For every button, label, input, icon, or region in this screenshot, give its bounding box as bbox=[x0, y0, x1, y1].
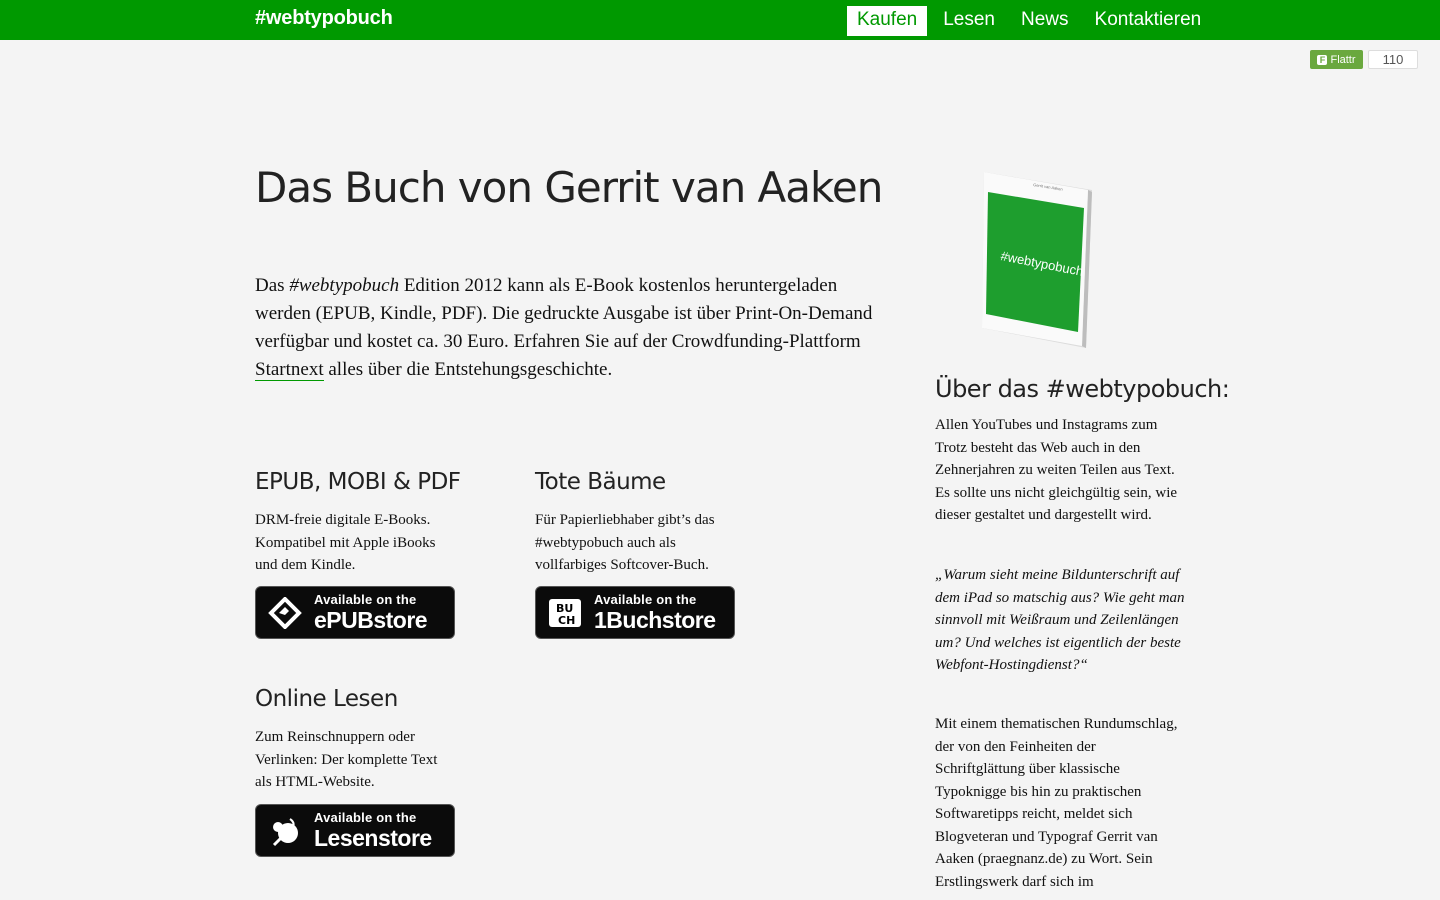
section-text: Für Papierliebhaber gibt’s das #webtypob… bbox=[535, 512, 715, 573]
intro-text-3: alles über die Entstehungsgeschichte. bbox=[323, 359, 613, 380]
intro-emphasis: #webtypobuch bbox=[289, 275, 400, 296]
section-ebook: EPUB, MOBI & PDF DRM-freie digitale E-Bo… bbox=[255, 469, 470, 577]
section-heading: Tote Bäume bbox=[535, 469, 666, 495]
main-nav: Kaufen Lesen News Kontaktieren bbox=[847, 6, 1217, 36]
startnext-link[interactable]: Startnext bbox=[255, 359, 324, 381]
flattr-icon: F bbox=[1317, 54, 1328, 65]
lesenstore-button[interactable]: Available on the Lesenstore bbox=[255, 804, 455, 857]
intro-paragraph: Das #webtypobuch Edition 2012 kann als E… bbox=[255, 272, 875, 384]
nav-news[interactable]: News bbox=[1011, 6, 1079, 36]
badge-store-name: 1Buchstore bbox=[594, 607, 716, 633]
epub-icon bbox=[268, 597, 302, 629]
epubstore-button[interactable]: Available on the ePUBstore bbox=[255, 586, 455, 639]
badge-store-name: Lesenstore bbox=[314, 825, 432, 851]
buchstore-button[interactable]: BU CH Available on the 1Buchstore bbox=[535, 586, 735, 639]
sidebar-quote: „Warum sieht meine Bildunterschrift auf … bbox=[935, 567, 1185, 673]
buch-icon: BU CH bbox=[549, 599, 581, 627]
badge-store-name: ePUBstore bbox=[314, 607, 428, 633]
section-text: DRM-freie digitale E-Books. Kompatibel m… bbox=[255, 512, 436, 573]
sidebar-paragraph: Allen YouTubes und Instagrams zum Trotz … bbox=[935, 417, 1178, 523]
sidebar-paragraph: Mit einem thematischen Rundumschlag, der… bbox=[935, 716, 1178, 890]
badge-available-text: Available on the bbox=[314, 592, 417, 607]
badge-available-text: Available on the bbox=[594, 592, 697, 607]
nav-kontaktieren[interactable]: Kontaktieren bbox=[1085, 6, 1212, 36]
svg-text:CH: CH bbox=[558, 614, 575, 627]
flattr-count: 110 bbox=[1368, 50, 1418, 69]
nav-lesen[interactable]: Lesen bbox=[933, 6, 1005, 36]
sidebar-heading: Über das #webtypobuch: bbox=[935, 375, 1230, 403]
flattr-button[interactable]: F Flattr bbox=[1310, 50, 1363, 69]
section-online: Online Lesen Zum Reinschnuppern oder Ver… bbox=[255, 686, 470, 794]
nav-kaufen[interactable]: Kaufen bbox=[847, 6, 928, 36]
book-cover-image: Gerrit van Aaken #webtypobuch bbox=[982, 172, 1092, 348]
section-heading: EPUB, MOBI & PDF bbox=[255, 469, 461, 495]
flattr-widget: F Flattr 110 bbox=[1310, 50, 1418, 69]
site-logo-link[interactable]: #webtypobuch bbox=[255, 7, 393, 30]
section-text: Zum Reinschnuppern oder Verlinken: Der k… bbox=[255, 729, 438, 790]
section-heading: Online Lesen bbox=[255, 686, 398, 712]
page-title: Das Buch von Gerrit van Aaken bbox=[255, 163, 883, 212]
section-print: Tote Bäume Für Papierliebhaber gibt’s da… bbox=[535, 469, 755, 577]
badge-available-text: Available on the bbox=[314, 810, 417, 825]
reader-icon bbox=[272, 818, 298, 847]
intro-text-1: Das bbox=[255, 275, 290, 296]
top-navigation-bar: #webtypobuch Kaufen Lesen News Kontaktie… bbox=[0, 0, 1440, 40]
flattr-label: Flattr bbox=[1330, 53, 1356, 66]
